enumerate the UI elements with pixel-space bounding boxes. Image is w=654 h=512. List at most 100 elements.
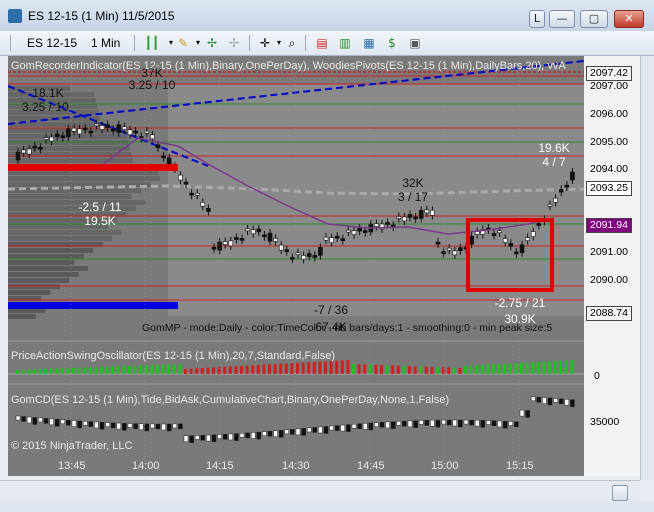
price-tick: 2091.00: [590, 246, 628, 258]
delta-bar: [166, 423, 172, 432]
oscillator-bar: [167, 364, 171, 374]
delta-bar: [558, 398, 564, 405]
candle-body: [144, 130, 150, 134]
add-indicator-icon[interactable]: ✢: [204, 35, 220, 51]
swing-oscillator-histogram: [16, 360, 574, 374]
delta-bar: [570, 399, 575, 408]
minimize-button[interactable]: —: [549, 10, 575, 28]
delta-bar: [49, 418, 54, 426]
candle-body: [54, 133, 60, 138]
delta-bar: [525, 410, 530, 418]
oscillator-bar: [447, 367, 451, 374]
profile-bar: [8, 290, 51, 295]
delta-bar: [189, 435, 194, 443]
swing-label: -2.75 / 21 30.9K: [494, 296, 546, 326]
candle-body: [508, 243, 514, 247]
delta-bar: [116, 422, 122, 430]
maximize-button[interactable]: ▢: [580, 10, 608, 28]
oscillator-bar: [290, 363, 294, 374]
candle-body: [256, 228, 262, 233]
candle-body: [43, 137, 49, 140]
chart-properties-icon[interactable]: ▦: [361, 35, 377, 51]
candle-body: [536, 223, 542, 226]
delta-bar: [368, 422, 374, 431]
oscillator-bar: [564, 360, 568, 374]
price-indicator-label: GomRecorderIndicator(ES 12-15 (1 Min),Bi…: [11, 60, 566, 72]
candle-body: [530, 231, 536, 237]
link-button[interactable]: L: [529, 10, 545, 28]
candle-body: [161, 155, 166, 159]
price-tick: 2094.00: [590, 163, 628, 175]
oscillator-bar: [492, 364, 495, 374]
candle-body: [150, 134, 155, 140]
delta-bar: [519, 409, 525, 417]
delta-bar: [245, 432, 250, 439]
price-tag-last: 2093.25: [586, 181, 632, 196]
candle-body: [558, 188, 564, 193]
oscillator-bar: [452, 367, 456, 374]
bar-type-icon[interactable]: ┃┃: [144, 35, 160, 51]
oscillator-bar: [133, 365, 137, 374]
candle-body: [564, 184, 570, 188]
interval-selector[interactable]: 1 Min: [91, 34, 120, 52]
candle-body: [329, 237, 334, 243]
oscillator-bar: [27, 369, 31, 374]
chart-area[interactable]: GomRecorderIndicator(ES 12-15 (1 Min),Bi…: [8, 56, 584, 476]
candle-body: [200, 202, 206, 207]
candle-body: [502, 238, 508, 243]
delta-bar: [155, 423, 161, 430]
vertical-scrollbar[interactable]: [640, 56, 654, 480]
oscillator-bar: [273, 364, 277, 374]
delta-bar: [390, 421, 396, 429]
oscillator-bar: [469, 365, 473, 374]
delta-bar: [430, 419, 435, 427]
oscillator-bar: [223, 366, 227, 374]
delta-bar: [234, 433, 239, 441]
delta-bar: [547, 397, 553, 406]
indicators-icon[interactable]: ▤: [314, 35, 330, 51]
horizontal-scrollbar[interactable]: [0, 480, 640, 503]
instrument-selector[interactable]: ES 12-15: [27, 34, 77, 52]
delta-bar: [77, 420, 82, 429]
oscillator-bar: [385, 365, 389, 374]
data-box-icon[interactable]: ▣: [407, 35, 423, 51]
candle-body: [127, 129, 133, 136]
candle-body: [441, 251, 446, 254]
oscillator-bar: [122, 366, 126, 374]
toolbar-grip: [10, 35, 11, 51]
remove-indicator-icon[interactable]: ✢: [226, 35, 242, 51]
candle-body: [222, 241, 228, 245]
candle-body: [497, 230, 502, 234]
delta-bar: [362, 423, 368, 430]
oscillator-bar: [32, 369, 36, 374]
profile-bar: [8, 266, 88, 271]
delta-bar: [502, 420, 508, 429]
price-tick: 2096.00: [590, 108, 628, 120]
delta-bar: [26, 416, 32, 424]
price-tick: 2090.00: [590, 274, 628, 286]
delta-bar: [441, 419, 446, 425]
delta-bar: [323, 426, 329, 434]
oscillator-bar: [307, 362, 311, 374]
oscillator-bar: [413, 366, 417, 374]
candle-body: [94, 123, 99, 126]
zoom-icon[interactable]: ⌕: [284, 35, 300, 51]
oscillator-bar: [380, 365, 383, 374]
oscillator-bar: [424, 366, 428, 374]
close-button[interactable]: ✕: [614, 10, 644, 28]
oscillator-bar: [548, 361, 551, 374]
drawing-pencil-icon[interactable]: ✎: [175, 35, 191, 51]
delta-bar: [43, 418, 49, 424]
order-entry-icon[interactable]: $: [384, 35, 400, 51]
delta-bar: [357, 423, 362, 430]
toolbar-separator: [134, 35, 135, 51]
delta-bar: [262, 431, 267, 436]
oscillator-bar: [100, 366, 103, 374]
delta-bar: [424, 420, 430, 426]
delta-bar: [110, 422, 116, 429]
strategies-icon[interactable]: ▥: [337, 35, 353, 51]
scroll-thumb[interactable]: [612, 485, 628, 501]
price-axis[interactable]: 2097.00 2096.00 2095.00 2094.00 2091.00 …: [584, 56, 640, 476]
oscillator-bar: [105, 366, 109, 374]
oscillator-bar: [161, 364, 165, 374]
